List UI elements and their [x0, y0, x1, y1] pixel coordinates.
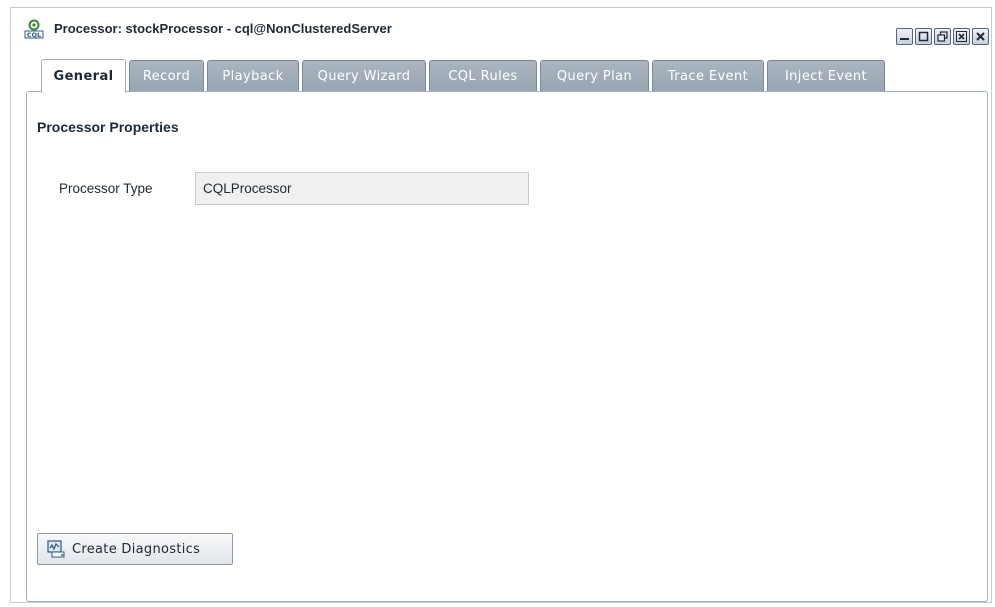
tab-playback[interactable]: Playback — [207, 60, 299, 92]
minimize-button[interactable] — [896, 28, 913, 45]
tab-trace-event[interactable]: Trace Event — [652, 60, 764, 92]
processor-type-label: Processor Type — [59, 181, 153, 196]
svg-text:CQL: CQL — [27, 31, 41, 39]
create-diagnostics-label: Create Diagnostics — [72, 541, 201, 557]
tab-query-plan[interactable]: Query Plan — [540, 60, 649, 92]
create-diagnostics-button[interactable]: Create Diagnostics — [37, 533, 233, 565]
close-button[interactable] — [972, 28, 989, 45]
tab-cql-rules[interactable]: CQL Rules — [429, 60, 537, 92]
section-title: Processor Properties — [37, 119, 179, 135]
tab-general[interactable]: General — [41, 59, 126, 93]
diagnostics-icon — [47, 540, 65, 558]
minimize-icon — [900, 38, 909, 40]
tab-record[interactable]: Record — [129, 60, 204, 92]
close-other-icon — [956, 31, 967, 42]
window-title: Processor: stockProcessor - cql@NonClust… — [54, 21, 392, 36]
tab-inject-event[interactable]: Inject Event — [767, 60, 885, 92]
close-other-button[interactable] — [953, 28, 970, 45]
restore-icon — [937, 31, 948, 42]
close-icon — [976, 32, 985, 41]
tab-query-wizard[interactable]: Query Wizard — [302, 60, 426, 92]
processor-type-field: CQLProcessor — [195, 172, 529, 205]
maximize-button[interactable] — [915, 28, 932, 45]
window-controls — [896, 28, 989, 47]
restore-button[interactable] — [934, 28, 951, 45]
title-bar[interactable]: CQL Processor: stockProcessor - cql@NonC… — [11, 8, 991, 47]
general-panel: Processor Properties Processor Type CQLP… — [26, 91, 988, 602]
tab-bar: General Record Playback Query Wizard CQL… — [41, 59, 888, 93]
cql-processor-icon: CQL — [24, 19, 44, 39]
processor-window: CQL Processor: stockProcessor - cql@NonC… — [10, 7, 992, 603]
maximize-icon — [918, 31, 929, 42]
